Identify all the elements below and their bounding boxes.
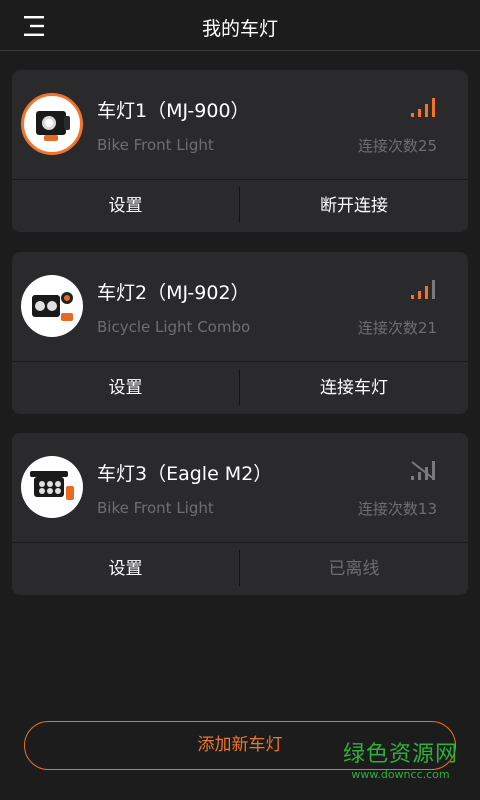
light-name: 车灯3（Eagle M2） [97,463,273,485]
light-card-2[interactable]: 车灯2（MJ-902） Bicycle Light Combo 连接次数21 设… [12,252,468,414]
signal-strength-icon [410,278,438,300]
watermark-url: www.downcc.com [351,768,450,781]
no-signal-icon [410,459,438,481]
watermark-title: 绿色资源网 [342,742,458,767]
connection-count: 连接次数21 [357,319,437,337]
app-header: 我的车灯 [0,0,480,51]
connection-count: 连接次数13 [357,500,437,518]
light-card-1[interactable]: 车灯1（MJ-900） Bike Front Light 连接次数25 设置 断… [12,70,468,232]
settings-button[interactable]: 设置 [12,543,239,595]
light-model: Bike Front Light [97,499,214,517]
connection-count: 连接次数25 [357,137,437,155]
signal-strength-icon [410,96,438,118]
light-card-3[interactable]: 车灯3（Eagle M2） Bike Front Light 连接次数13 设置… [12,433,468,595]
light-name: 车灯1（MJ-900） [97,100,250,122]
page-title: 我的车灯 [201,18,278,40]
light-model: Bicycle Light Combo [97,318,251,336]
light-name: 车灯2（MJ-902） [97,282,250,304]
light-thumbnail-3 [21,456,83,518]
connect-button[interactable]: 连接车灯 [240,362,468,414]
offline-status: 已离线 [328,559,380,579]
watermark: 绿色资源网 www.downcc.com [343,742,458,782]
settings-button[interactable]: 设置 [12,362,239,414]
disconnect-button[interactable]: 断开连接 [240,180,468,232]
light-model: Bike Front Light [97,136,214,154]
settings-button[interactable]: 设置 [12,180,239,232]
light-thumbnail-1 [21,93,83,155]
light-thumbnail-2 [21,275,83,337]
